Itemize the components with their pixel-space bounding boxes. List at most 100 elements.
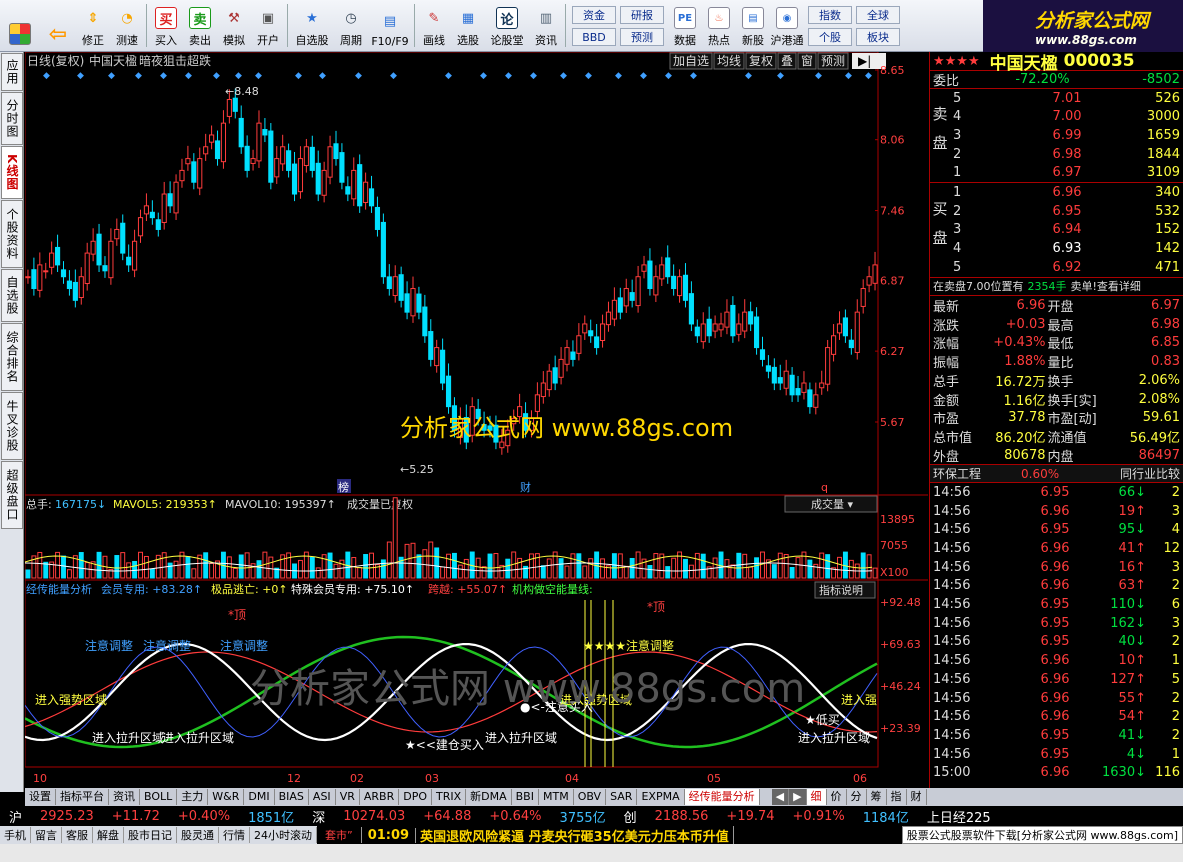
toolbar-button-12[interactable]: ▥ 资讯 <box>529 0 563 51</box>
toolbar-button-4[interactable]: ⚒ 模拟 <box>217 0 251 51</box>
news-icon: ▥ <box>539 10 553 26</box>
toolbar-button-10[interactable]: ▦ 选股 <box>451 0 485 51</box>
indicator-tab-16[interactable]: OBV <box>574 789 607 805</box>
side-tab-5[interactable]: 财 <box>906 789 927 805</box>
status-item-1[interactable]: 留言 <box>31 827 62 843</box>
toolbar-right-button-0[interactable]: PE 数据 <box>668 0 702 51</box>
tick-row: 14:56 6.96 10↑ 1 <box>930 651 1183 670</box>
tick-row: 15:00 6.96 1630↓ 116 <box>930 763 1183 782</box>
toolbar-button-9[interactable]: ✎ 画线 <box>417 0 451 51</box>
news-headline[interactable]: 英国退欧风险紧逼 丹麦央行砸35亿美元力压本币升值 <box>416 825 734 845</box>
layout-button[interactable] <box>0 0 40 51</box>
indicator-tab-0[interactable]: 设置 <box>25 789 56 805</box>
indicator-param: 机构做空能量线: <box>512 582 593 596</box>
candle-body <box>753 316 760 349</box>
indicator-tab-17[interactable]: SAR <box>606 789 638 805</box>
status-item-4[interactable]: 股市日记 <box>124 827 177 843</box>
volume-bar <box>297 559 303 579</box>
indicator-tab-10[interactable]: ARBR <box>360 789 400 805</box>
indicator-tab-4[interactable]: 主力 <box>177 789 209 805</box>
chart-stock-name: 中国天楹 <box>89 53 137 68</box>
toolbar-button-2[interactable]: 买买入 <box>149 0 183 51</box>
status-item-6[interactable]: 行情 <box>219 827 250 843</box>
mavol5-label: MAVOL5: 219353↑ <box>113 498 217 511</box>
status-item-5[interactable]: 股灵通 <box>177 827 219 843</box>
toolbar-pair-button-0[interactable]: 资金 <box>572 6 616 24</box>
mavol10-label: MAVOL10: 195397↑ <box>225 498 336 511</box>
volume-bar <box>665 566 671 579</box>
toolbar-pair-button-3[interactable]: 预测 <box>620 28 664 46</box>
left-tab-1[interactable]: 分时图 <box>1 92 23 145</box>
left-tab-4[interactable]: 自选股 <box>1 269 23 322</box>
toolbar-button-7[interactable]: ◷ 周期 <box>334 0 368 51</box>
toolbar-button-0[interactable]: ⇕ 修正 <box>76 0 110 51</box>
compare-link[interactable]: 同行业比较 <box>1120 465 1180 482</box>
status-item-7[interactable]: 24小时滚动 <box>250 827 317 843</box>
indicator-tab-12[interactable]: TRIX <box>432 789 467 805</box>
side-tab-3[interactable]: 筹 <box>866 789 887 805</box>
ad-link[interactable]: 股票公式股票软件下载[分析家公式网 www.88gs.com] <box>901 826 1183 844</box>
kline-chart-area[interactable]: 日线(复权) 中国天楹 暗夜狙击超跌 加自选 均线 复权叠窗预测 ▶| 8.65 8.06 7.4… <box>25 52 928 788</box>
left-tab-5[interactable]: 综合排名 <box>1 323 23 391</box>
indicator-tab-8[interactable]: ASI <box>309 789 336 805</box>
toolbar-pair-button-1[interactable]: 研报 <box>620 6 664 24</box>
stat-value: 6.97 <box>1151 298 1180 314</box>
toolbar-pair-button-2[interactable]: BBD <box>572 28 616 46</box>
indicator-tab-6[interactable]: DMI <box>244 789 275 805</box>
indicator-signal-label: 注意调整 <box>85 638 133 653</box>
side-tab-4[interactable]: 指 <box>886 789 907 805</box>
toolbar-extra-button-0[interactable]: 指数 <box>808 6 852 24</box>
tick-row: 14:56 6.95 162↓ 3 <box>930 614 1183 633</box>
toolbar-button-6[interactable]: ★ 自选股 <box>290 0 334 51</box>
candle-body <box>635 276 641 307</box>
toolbar-right-button-2[interactable]: ▤ 新股 <box>736 0 770 51</box>
toolbar-right-button-3[interactable]: ◉ 沪港通 <box>770 0 804 51</box>
left-tab-2[interactable]: K线图 <box>1 146 23 199</box>
toolbar-button-11[interactable]: 论论股堂 <box>485 0 529 51</box>
quote-panel: ★★★★ 中国天楹 000035 委比 -72.20% -8502 卖盘 5 7.01 526 4 7… <box>929 51 1183 788</box>
left-tab-3[interactable]: 个股资料 <box>1 200 23 268</box>
indicator-tab-9[interactable]: VR <box>336 789 360 805</box>
status-item-2[interactable]: 客服 <box>62 827 93 843</box>
side-tab-0[interactable]: 细 <box>806 789 827 805</box>
toolbar-button-label: 数据 <box>674 34 696 47</box>
candle-body <box>280 146 286 165</box>
toolbar-right-button-1[interactable]: ♨ 热点 <box>702 0 736 51</box>
left-tab-7[interactable]: 超级盘口 <box>1 461 23 529</box>
left-tab-0[interactable]: 应用 <box>1 53 23 91</box>
indicator-tab-15[interactable]: MTM <box>539 789 574 805</box>
indicator-tab-3[interactable]: BOLL <box>140 789 178 805</box>
status-item-3[interactable]: 解盘 <box>93 827 124 843</box>
left-tab-6[interactable]: 牛叉诊股 <box>1 392 23 460</box>
status-item-0[interactable]: 手机 <box>0 827 31 843</box>
stat-value: 80678 <box>1004 447 1046 463</box>
indicator-tab-14[interactable]: BBI <box>512 789 539 805</box>
x-axis-label: 02 <box>350 772 364 785</box>
candle-body <box>842 317 848 337</box>
toolbar-button-3[interactable]: 卖卖出 <box>183 0 217 51</box>
toolbar-button-8[interactable]: ▤ F10/F9 <box>368 0 412 51</box>
back-button[interactable]: ⇦ <box>40 0 76 51</box>
order-note-link[interactable]: 卖单!查看详细 <box>1071 278 1141 294</box>
indicator-tab-13[interactable]: 新DMA <box>466 789 512 805</box>
indicator-tab-19[interactable]: 经传能量分析 <box>684 789 760 805</box>
toolbar-extra-button-1[interactable]: 全球 <box>856 6 900 24</box>
indicator-tab-2[interactable]: 资讯 <box>109 789 140 805</box>
sector-name[interactable]: 环保工程 <box>933 465 981 482</box>
indicator-tab-18[interactable]: EXPMA <box>637 789 685 805</box>
toolbar-button-5[interactable]: ▣ 开户 <box>251 0 285 51</box>
signal-diamond: ◆ <box>815 71 822 81</box>
indicator-tab-11[interactable]: DPO <box>399 789 432 805</box>
toolbar-extra-button-3[interactable]: 板块 <box>856 28 900 46</box>
indicator-tab-1[interactable]: 指标平台 <box>56 789 109 805</box>
volume-bar <box>493 553 499 579</box>
toolbar-button-1[interactable]: ◔ 测速 <box>110 0 144 51</box>
indicator-tab-5[interactable]: W&R <box>208 789 245 805</box>
indicator-signal-label: ★<<建仓买入 <box>405 738 484 752</box>
indicator-tab-7[interactable]: BIAS <box>275 789 309 805</box>
side-tab-2[interactable]: 分 <box>846 789 867 805</box>
side-tab-1[interactable]: 价 <box>826 789 847 805</box>
scroll-left-icon[interactable]: ◀ <box>771 789 790 805</box>
scroll-right-icon[interactable]: ▶ <box>789 789 807 805</box>
toolbar-extra-button-2[interactable]: 个股 <box>808 28 852 46</box>
